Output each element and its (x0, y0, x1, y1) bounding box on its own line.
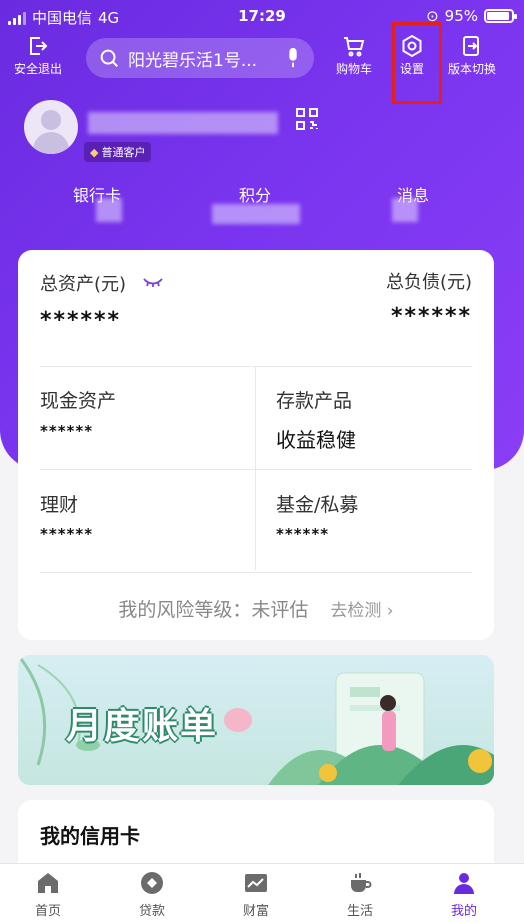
risk-level-text: 我的风险等级：未评估 (118, 599, 309, 621)
tab-label: 贷款 (138, 904, 165, 919)
status-bar: 中国电信 4G 17:29 ⊙ 95% (0, 0, 524, 34)
divider (40, 366, 472, 367)
username-redacted (88, 112, 278, 134)
divider (40, 572, 472, 573)
logout-icon (30, 37, 48, 55)
cart-label: 购物车 (336, 62, 373, 76)
search-placeholder: 阳光碧乐活1号... (128, 50, 258, 71)
banner-title: 月度账单 (66, 706, 219, 747)
total-debt-label: 总负债(元) (385, 272, 472, 293)
asset-card: 总资产(元) ****** 总负债(元) ****** 现金资产 ****** … (18, 250, 494, 640)
search-bar[interactable]: 阳光碧乐活1号... (86, 38, 314, 78)
cell-value: ****** (40, 422, 94, 440)
risk-level-row[interactable]: 我的风险等级：未评估 去检测 › (18, 595, 494, 622)
microphone-icon[interactable] (284, 47, 302, 69)
logout-button[interactable]: 安全退出 (14, 34, 62, 77)
me-icon (454, 873, 474, 894)
loan-icon (141, 872, 163, 894)
version-switch-button[interactable]: 版本切换 (448, 34, 496, 77)
tab-label: 首页 (34, 904, 61, 919)
cell-value: ****** (276, 525, 330, 543)
switch-icon (463, 36, 479, 56)
switch-label: 版本切换 (448, 62, 497, 76)
customer-level-label: 普通客户 (101, 146, 146, 159)
cart-icon (344, 37, 365, 57)
search-icon (100, 49, 118, 67)
monthly-bill-banner[interactable]: 月度账单 (18, 655, 494, 785)
tab-wealth[interactable]: 财富 (216, 870, 296, 919)
cell-value: 收益稳健 (276, 428, 356, 452)
cell-value: ****** (40, 525, 94, 543)
eye-closed-icon[interactable] (142, 276, 164, 288)
profile-section[interactable]: ◆ 普通客户 (24, 100, 500, 170)
customer-level-badge: ◆ 普通客户 (84, 142, 152, 162)
home-icon (38, 873, 58, 893)
divider (40, 469, 472, 470)
quick-link-points[interactable]: 积分 (210, 182, 300, 206)
divider (255, 366, 256, 570)
life-icon (351, 873, 372, 892)
total-debt-value: ****** (390, 304, 472, 329)
tab-life[interactable]: 生活 (320, 870, 400, 919)
total-assets-value: ****** (40, 308, 122, 333)
battery-percent: 95% (444, 7, 478, 25)
tab-label: 我的 (450, 904, 477, 919)
cell-label: 存款产品 (276, 390, 353, 412)
battery-icon (484, 9, 517, 23)
logout-label: 安全退出 (14, 62, 63, 76)
tab-home[interactable]: 首页 (8, 870, 88, 919)
risk-test-link[interactable]: 去检测 › (330, 601, 393, 621)
tab-loan[interactable]: 贷款 (112, 870, 192, 919)
total-assets-label: 总资产(元) (40, 274, 127, 295)
tab-label: 财富 (242, 904, 269, 919)
tab-label: 生活 (346, 904, 373, 919)
avatar[interactable] (24, 100, 78, 154)
cell-label: 基金/私募 (276, 494, 359, 516)
settings-highlight-box (392, 22, 442, 104)
quick-links: 银行卡 积分 消息 (0, 178, 524, 228)
credit-card-title: 我的信用卡 (40, 824, 140, 848)
cart-button[interactable]: 购物车 (336, 34, 372, 77)
top-bar: 安全退出 阳光碧乐活1号... 购物车 设置 版本切换 (0, 34, 524, 84)
wealth-icon (245, 874, 267, 892)
cell-label: 理财 (40, 494, 79, 516)
diamond-icon: ◆ (90, 145, 99, 159)
qr-code-icon[interactable] (296, 108, 318, 130)
tab-me[interactable]: 我的 (424, 870, 504, 919)
bottom-tab-bar: 首页 贷款 财富 生活 我的 (0, 863, 524, 923)
cell-label: 现金资产 (40, 390, 117, 412)
